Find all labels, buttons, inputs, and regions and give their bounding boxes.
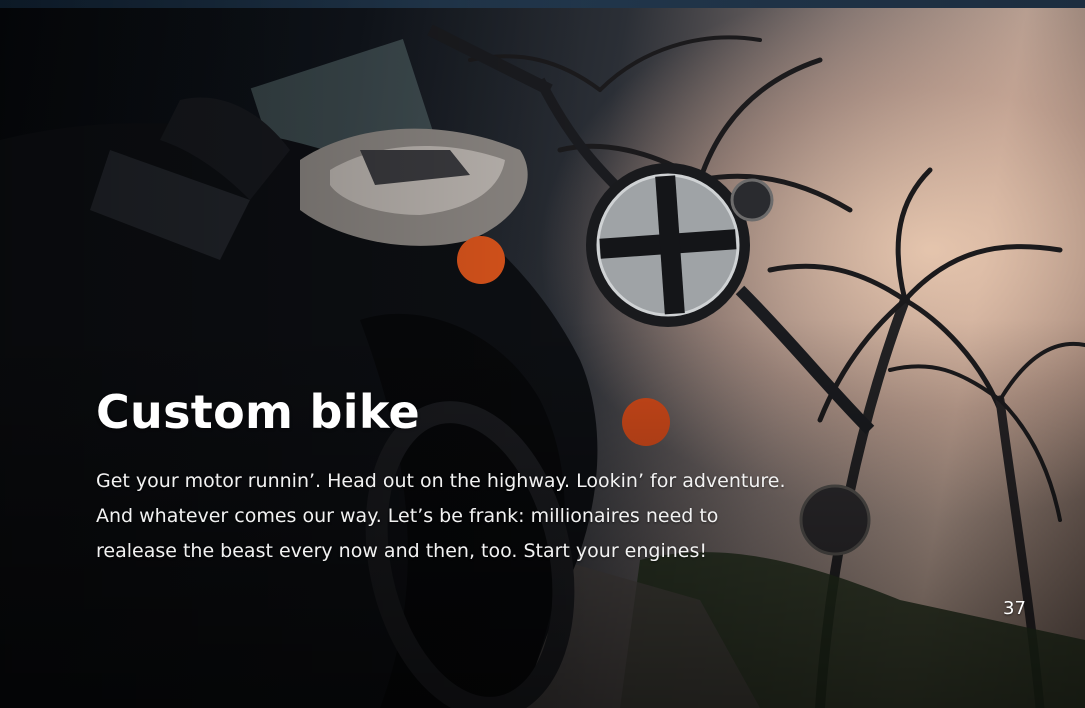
- photo-vignette: [0, 0, 1085, 708]
- page-title: Custom bike: [96, 385, 420, 439]
- intro-paragraph: Get your motor runnin’. Head out on the …: [96, 464, 946, 569]
- page-number: 37: [1003, 598, 1026, 619]
- paragraph-line: And whatever comes our way. Let’s be fra…: [96, 505, 719, 527]
- paragraph-line: realease the beast every now and then, t…: [96, 540, 707, 562]
- brochure-page: Custom bike Get your motor runnin’. Head…: [0, 0, 1085, 708]
- paragraph-line: Get your motor runnin’. Head out on the …: [96, 470, 786, 492]
